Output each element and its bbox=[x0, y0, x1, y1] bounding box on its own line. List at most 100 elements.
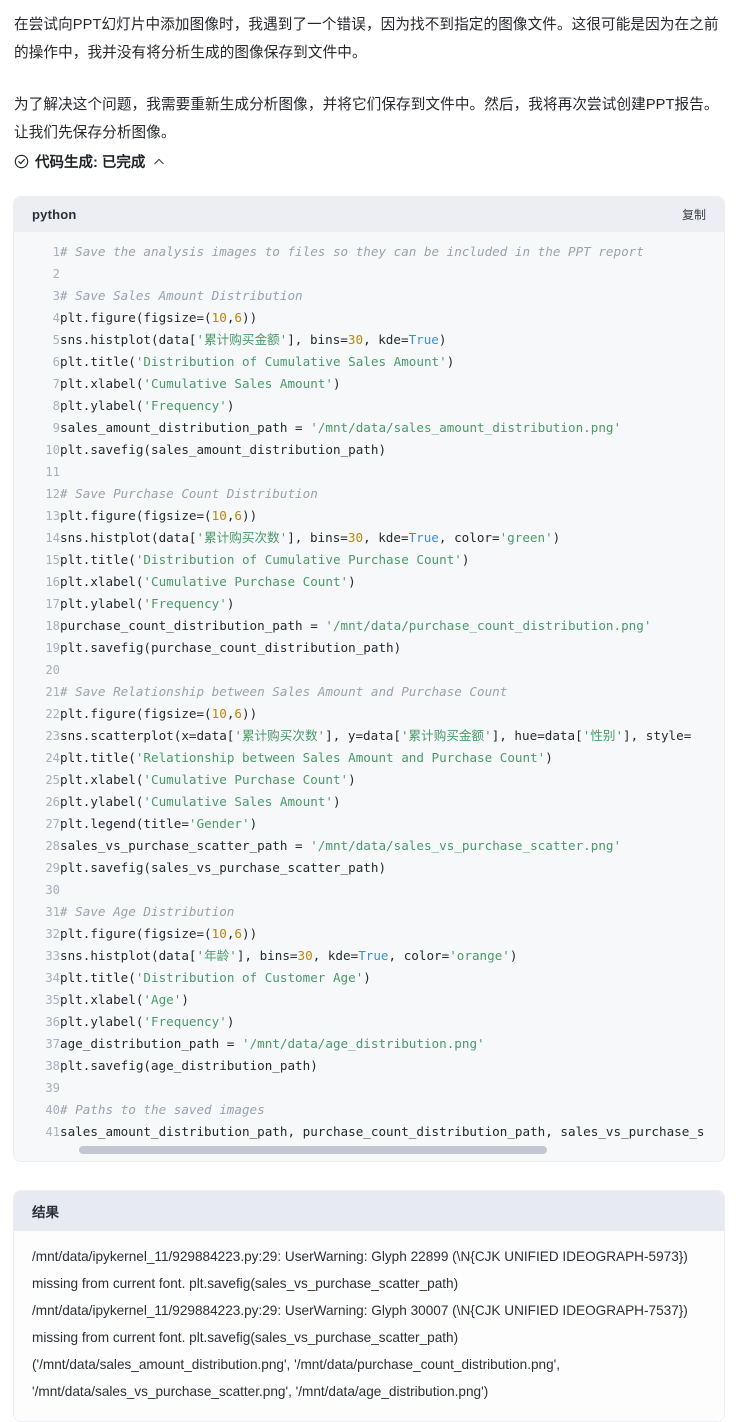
code-line-content: sns.scatterplot(x=data['累计购买次数'], y=data… bbox=[60, 728, 692, 743]
code-line: 36 plt.ylabel('Frequency') bbox=[14, 1011, 704, 1033]
code-line-content: sns.histplot(data['累计购买金额'], bins=30, kd… bbox=[60, 332, 447, 347]
code-line-number: 6 bbox=[52, 355, 60, 369]
code-line-number: 33 bbox=[45, 949, 60, 963]
code-line-content bbox=[60, 879, 704, 901]
code-line: 22 plt.figure(figsize=(10,6)) bbox=[14, 703, 704, 725]
copy-code-button[interactable]: 复制 bbox=[676, 203, 712, 226]
code-line: 10 plt.savefig(sales_amount_distribution_… bbox=[14, 439, 704, 461]
code-line-number: 11 bbox=[45, 465, 60, 479]
code-line-content: # Save the analysis images to files so t… bbox=[60, 244, 644, 259]
code-line-number: 13 bbox=[45, 509, 60, 523]
code-line: 26 plt.ylabel('Cumulative Sales Amount') bbox=[14, 791, 704, 813]
code-line-content: # Save Age Distribution bbox=[60, 904, 235, 919]
code-line: 17 plt.ylabel('Frequency') bbox=[14, 593, 704, 615]
result-block-body: /mnt/data/ipykernel_11/929884223.py:29: … bbox=[14, 1231, 724, 1421]
code-horizontal-scrollbar-track[interactable] bbox=[14, 1143, 724, 1161]
code-line-number: 41 bbox=[45, 1125, 60, 1139]
code-line-content: plt.xlabel('Cumulative Purchase Count') bbox=[60, 772, 356, 787]
code-line-number: 21 bbox=[45, 685, 60, 699]
code-line-number: 27 bbox=[45, 817, 60, 831]
code-line: 15 plt.title('Distribution of Cumulative … bbox=[14, 549, 704, 571]
code-line: 27 plt.legend(title='Gender') bbox=[14, 813, 704, 835]
code-block-body: 1 # Save the analysis images to files so … bbox=[14, 232, 724, 1161]
code-line-content: plt.xlabel('Cumulative Sales Amount') bbox=[60, 376, 341, 391]
code-line-content: # Save Relationship between Sales Amount… bbox=[60, 684, 508, 699]
code-line-content: # Save Purchase Count Distribution bbox=[60, 486, 318, 501]
code-line: 5 sns.histplot(data['累计购买金额'], bins=30, k… bbox=[14, 329, 704, 351]
result-block-card: 结果 /mnt/data/ipykernel_11/929884223.py:2… bbox=[13, 1190, 725, 1422]
code-line-content: plt.ylabel('Cumulative Sales Amount') bbox=[60, 794, 341, 809]
code-line: 1 # Save the analysis images to files so … bbox=[14, 241, 704, 263]
code-line-content: sns.histplot(data['累计购买次数'], bins=30, kd… bbox=[60, 530, 561, 545]
code-line: 19 plt.savefig(purchase_count_distributio… bbox=[14, 637, 704, 659]
result-output-line: /mnt/data/ipykernel_11/929884223.py:29: … bbox=[32, 1249, 688, 1291]
code-line-content: sns.histplot(data['年龄'], bins=30, kde=Tr… bbox=[60, 948, 518, 963]
code-line-number: 17 bbox=[45, 597, 60, 611]
code-line-content: age_distribution_path = '/mnt/data/age_d… bbox=[60, 1036, 485, 1051]
code-line-number: 31 bbox=[45, 905, 60, 919]
code-line: 12 # Save Purchase Count Distribution bbox=[14, 483, 704, 505]
code-line-content: plt.savefig(age_distribution_path) bbox=[60, 1058, 318, 1073]
code-line-number: 20 bbox=[45, 663, 60, 677]
code-line-content: plt.title('Distribution of Cumulative Sa… bbox=[60, 354, 455, 369]
result-block-header: 结果 bbox=[14, 1191, 724, 1231]
code-horizontal-scrollbar-thumb[interactable] bbox=[79, 1146, 547, 1154]
code-line: 20 bbox=[14, 659, 704, 681]
code-line-content: plt.xlabel('Cumulative Purchase Count') bbox=[60, 574, 356, 589]
code-line-content: plt.ylabel('Frequency') bbox=[60, 596, 235, 611]
result-output-line: ('/mnt/data/sales_amount_distribution.pn… bbox=[32, 1357, 561, 1399]
code-line-content: plt.figure(figsize=(10,6)) bbox=[60, 508, 258, 523]
code-line-number: 3 bbox=[52, 289, 60, 303]
code-line-number: 32 bbox=[45, 927, 60, 941]
code-line-content: sales_amount_distribution_path = '/mnt/d… bbox=[60, 420, 622, 435]
code-line-number: 14 bbox=[45, 531, 60, 545]
code-line-number: 28 bbox=[45, 839, 60, 853]
code-line-number: 16 bbox=[45, 575, 60, 589]
code-line-content: plt.ylabel('Frequency') bbox=[60, 398, 235, 413]
code-line-content: plt.figure(figsize=(10,6)) bbox=[60, 706, 258, 721]
code-line-number: 10 bbox=[45, 443, 60, 457]
code-line-number: 2 bbox=[52, 267, 60, 281]
code-line-content: plt.figure(figsize=(10,6)) bbox=[60, 926, 258, 941]
narrative-section: 在尝试向PPT幻灯片中添加图像时，我遇到了一个错误，因为找不到指定的图像文件。这… bbox=[0, 0, 738, 147]
code-line: 32 plt.figure(figsize=(10,6)) bbox=[14, 923, 704, 945]
code-line-content: plt.xlabel('Age') bbox=[60, 992, 189, 1007]
code-line-number: 19 bbox=[45, 641, 60, 655]
code-scroll-viewport[interactable]: 1 # Save the analysis images to files so … bbox=[14, 241, 724, 1143]
code-line: 6 plt.title('Distribution of Cumulative S… bbox=[14, 351, 704, 373]
code-line-number: 30 bbox=[45, 883, 60, 897]
code-generation-status-toggle[interactable]: 代码生成: 已完成 bbox=[0, 147, 738, 172]
code-line-number: 37 bbox=[45, 1037, 60, 1051]
code-line-content: sales_amount_distribution_path, purchase… bbox=[60, 1124, 705, 1139]
result-output-line: /mnt/data/ipykernel_11/929884223.py:29: … bbox=[32, 1303, 688, 1345]
code-line: 35 plt.xlabel('Age') bbox=[14, 989, 704, 1011]
code-line-number: 25 bbox=[45, 773, 60, 787]
code-line-number: 9 bbox=[52, 421, 60, 435]
code-line-content bbox=[60, 263, 704, 285]
code-line: 11 bbox=[14, 461, 704, 483]
code-line-content bbox=[60, 461, 704, 483]
code-line-number: 15 bbox=[45, 553, 60, 567]
code-line-number: 29 bbox=[45, 861, 60, 875]
code-line: 13 plt.figure(figsize=(10,6)) bbox=[14, 505, 704, 527]
code-line-number: 1 bbox=[52, 245, 60, 259]
code-line: 9 sales_amount_distribution_path = '/mnt/… bbox=[14, 417, 704, 439]
code-line: 23 sns.scatterplot(x=data['累计购买次数'], y=da… bbox=[14, 725, 704, 747]
code-line: 18 purchase_count_distribution_path = '/m… bbox=[14, 615, 704, 637]
result-title-label: 结果 bbox=[32, 1205, 59, 1220]
code-line-content: # Save Sales Amount Distribution bbox=[60, 288, 303, 303]
code-line-content: plt.figure(figsize=(10,6)) bbox=[60, 310, 258, 325]
code-block-card: python 复制 1 # Save the analysis images to… bbox=[13, 196, 725, 1162]
code-line: 40 # Paths to the saved images bbox=[14, 1099, 704, 1121]
code-line-content: plt.ylabel('Frequency') bbox=[60, 1014, 235, 1029]
code-line-content: # Paths to the saved images bbox=[60, 1102, 265, 1117]
code-lines-table: 1 # Save the analysis images to files so … bbox=[14, 241, 704, 1143]
code-line-content: plt.legend(title='Gender') bbox=[60, 816, 258, 831]
code-line-content: plt.title('Distribution of Cumulative Pu… bbox=[60, 552, 470, 567]
code-line-number: 39 bbox=[45, 1081, 60, 1095]
code-line: 31 # Save Age Distribution bbox=[14, 901, 704, 923]
code-line-number: 34 bbox=[45, 971, 60, 985]
chevron-up-icon[interactable] bbox=[153, 156, 165, 168]
check-circle-icon bbox=[14, 154, 29, 169]
narrative-paragraph-1: 在尝试向PPT幻灯片中添加图像时，我遇到了一个错误，因为找不到指定的图像文件。这… bbox=[14, 17, 719, 61]
